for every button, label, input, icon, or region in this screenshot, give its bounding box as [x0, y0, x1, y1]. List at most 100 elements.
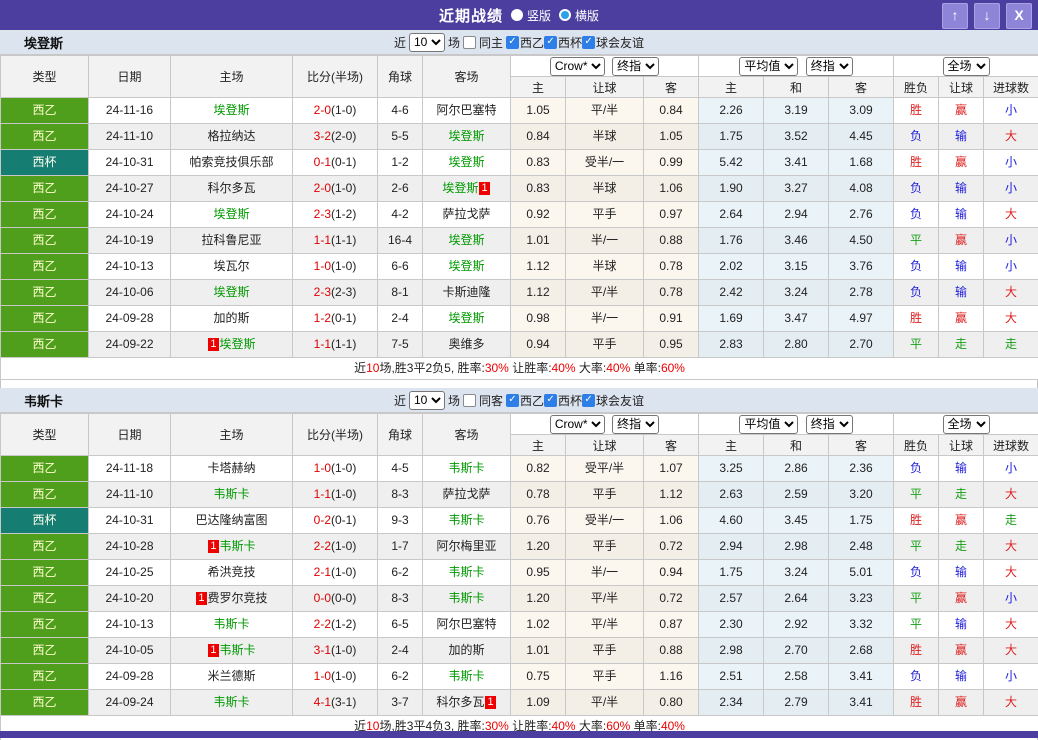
team-label: 帕索竞技俱乐部	[189, 155, 274, 169]
match-row: 西乙 24-11-16 埃登斯 2-0(1-0) 4-6 阿尔巴塞特 1.05 平/半 0.84…	[0, 97, 1038, 124]
europe-period-select[interactable]: 终指	[805, 414, 853, 434]
fulltime-score: 2-2	[313, 617, 331, 631]
col-header-date: 日期	[88, 413, 171, 456]
sub-column-header: 胜负	[893, 76, 940, 98]
asia-period-select[interactable]: 终指	[612, 414, 660, 434]
europe-home-odds: 2.94	[698, 533, 765, 560]
score-cell: 1-1(1-1)	[292, 331, 378, 358]
score-cell: 0-0(0-0)	[292, 585, 378, 612]
europe-home-odds: 2.26	[698, 97, 765, 124]
league-checkbox[interactable]: ✓	[582, 35, 596, 49]
league-label: 球会友谊	[596, 393, 645, 408]
sub-column-header: 和	[763, 434, 830, 456]
europe-company-select[interactable]: 平均值	[739, 414, 799, 434]
move-up-button[interactable]: ↑	[942, 3, 968, 29]
match-row: 西杯 24-10-31 巴达隆纳富图 0-2(0-1) 9-3 韦斯卡 0.76 受半/一 1.…	[0, 507, 1038, 534]
match-type-cell: 西乙	[0, 279, 89, 306]
view-mode-horizontal-radio[interactable]: 横版	[559, 7, 599, 24]
close-button[interactable]: X	[1006, 3, 1032, 29]
fullmatch-scope-select[interactable]: 全场	[942, 414, 990, 434]
match-count-select[interactable]: 10	[408, 390, 445, 410]
asia-away-odds: 0.95	[642, 331, 700, 358]
europe-away-odds: 4.50	[828, 227, 895, 254]
team-label: 科尔多瓦	[207, 181, 256, 195]
team-label: 埃瓦尔	[213, 259, 250, 273]
home-team-cell: 1 费罗尔竞技	[170, 585, 293, 612]
away-team-cell: 埃登斯	[422, 123, 511, 150]
match-date-cell: 24-10-24	[88, 201, 171, 228]
team-label: 格拉纳达	[207, 129, 256, 143]
league-checkbox[interactable]: ✓	[544, 35, 558, 49]
radio-selected-icon[interactable]	[559, 9, 571, 21]
match-type-cell: 西乙	[0, 663, 89, 690]
result-winloss: 平	[893, 227, 940, 254]
asia-company-select[interactable]: Crow*	[549, 56, 605, 76]
match-date-cell: 24-10-27	[88, 175, 171, 202]
result-winloss: 胜	[893, 97, 940, 124]
result-handicap: 赢	[938, 637, 985, 664]
league-checkbox[interactable]: ✓	[544, 393, 558, 407]
home-team-cell: 米兰德斯	[170, 663, 293, 690]
col-header-score: 比分(半场)	[292, 55, 378, 98]
asia-away-odds: 0.88	[642, 637, 700, 664]
col-header-date: 日期	[88, 55, 171, 98]
away-team-cell: 萨拉戈萨	[422, 481, 511, 508]
match-date-cell: 24-10-13	[88, 611, 171, 638]
europe-away-odds: 1.68	[828, 149, 895, 176]
europe-home-odds: 2.51	[698, 663, 765, 690]
corner-cell: 6-5	[377, 611, 423, 638]
results-body: 西乙 24-11-18 卡塔赫纳 1-0(1-0) 4-5 韦斯卡 0.82 受平/半 1.07…	[0, 455, 1038, 716]
red-card-badge: 1	[208, 338, 219, 351]
col-header-type: 类型	[0, 55, 89, 98]
league-checkbox[interactable]: ✓	[506, 393, 519, 407]
move-down-button[interactable]: ↓	[974, 3, 1000, 29]
radio-icon[interactable]	[510, 9, 523, 21]
team-label: 韦斯卡	[448, 565, 485, 579]
match-row: 西乙 24-10-19 拉科鲁尼亚 1-1(1-1) 16-4 埃登斯 1.01 半/一 0.8…	[0, 227, 1038, 254]
europe-draw-odds: 3.15	[763, 253, 830, 280]
home-team-cell: 1 韦斯卡	[170, 533, 293, 560]
same-venue-checkbox[interactable]	[462, 35, 476, 49]
match-type-cell: 西乙	[0, 585, 89, 612]
sub-column-header: 客	[642, 434, 700, 456]
europe-away-odds: 3.76	[828, 253, 895, 280]
asia-handicap: 半/一	[565, 559, 644, 586]
col-header-home: 主场	[170, 413, 293, 456]
league-checkbox[interactable]: ✓	[506, 35, 519, 49]
horizontal-radio-label: 横版	[575, 8, 600, 23]
match-date-cell: 24-10-06	[88, 279, 171, 306]
same-venue-checkbox[interactable]	[462, 393, 476, 407]
match-date-cell: 24-10-05	[88, 637, 171, 664]
match-count-select[interactable]: 10	[408, 32, 445, 52]
fullmatch-scope-select[interactable]: 全场	[942, 56, 990, 76]
result-winloss: 胜	[893, 689, 940, 716]
europe-company-select[interactable]: 平均值	[739, 56, 799, 76]
away-team-cell: 阿尔巴塞特	[422, 611, 511, 638]
corner-cell: 4-5	[377, 455, 423, 482]
corner-cell: 4-2	[377, 201, 423, 228]
match-row: 西乙 24-10-27 科尔多瓦 2-0(1-0) 2-6 埃登斯 1 0.83 半球 1.06 1…	[0, 175, 1038, 202]
league-checkbox[interactable]: ✓	[582, 393, 596, 407]
asia-handicap: 平手	[565, 533, 644, 560]
asia-company-select[interactable]: Crow*	[549, 414, 605, 434]
titlebar-center: 近期战绩 竖版 横版	[439, 5, 599, 26]
asia-away-odds: 0.87	[642, 611, 700, 638]
match-type-cell: 西乙	[0, 455, 89, 482]
fulltime-score: 1-1	[313, 233, 331, 247]
result-winloss: 胜	[893, 149, 940, 176]
team-label: 埃登斯	[213, 103, 250, 117]
match-date-cell: 24-09-28	[88, 663, 171, 690]
asia-away-odds: 0.84	[642, 97, 700, 124]
asia-home-odds: 1.12	[510, 279, 566, 306]
europe-odds-group: 平均值 终指	[698, 413, 895, 435]
europe-period-select[interactable]: 终指	[805, 56, 853, 76]
result-handicap: 走	[938, 533, 985, 560]
league-filter-item: ✓ 西杯	[544, 34, 582, 51]
result-winloss: 负	[893, 175, 940, 202]
view-mode-vertical-radio[interactable]: 竖版	[510, 7, 551, 24]
asia-period-select[interactable]: 终指	[612, 56, 660, 76]
away-team-cell: 阿尔巴塞特	[422, 97, 511, 124]
asia-home-odds: 0.78	[510, 481, 566, 508]
team-label: 阿尔巴塞特	[436, 103, 497, 117]
col-header-type: 类型	[0, 413, 89, 456]
